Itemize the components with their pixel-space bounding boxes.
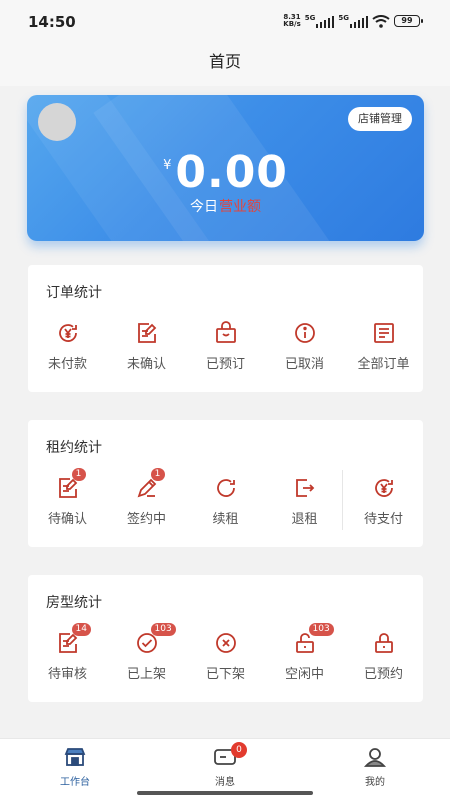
revenue-caption-text: 今日营业额 [190,199,261,215]
order-stats-items: 未付款 未确认 已预订 已取消 全部订单 [28,321,423,381]
room-item-5[interactable]: 已预约 [344,631,423,691]
tab-store[interactable]: 工作台 [0,739,150,800]
edit-doc-icon [135,321,159,345]
signal-icon: 5G [305,14,335,28]
lease-item-label: 退租 [291,512,318,527]
status-time: 14:50 [28,13,76,31]
order-item-label: 已预订 [205,357,245,372]
room-item-4[interactable]: 103 空闲中 [265,623,344,691]
lease-stats-card: 租约统计 1 待确认 1 签约中 续租 退租 待支付 [28,420,423,547]
nav-bar: 首页 [0,42,450,86]
message-badge: 0 [231,742,247,758]
sim2-label: 5G [338,14,349,22]
signal-icon-2: 5G [338,14,368,28]
wifi-icon [372,14,390,28]
count-badge: 14 [71,623,91,636]
battery-level: 99 [401,16,413,25]
net-speed-unit: KB/s [283,20,301,28]
room-item-label: 已上架 [126,667,166,682]
exit-icon [293,476,317,500]
room-item-3[interactable]: 已下架 [186,631,265,691]
revenue-value: 0.00 [175,147,288,198]
order-item-label: 未付款 [47,357,87,372]
revenue-amount: ¥0.00 [27,147,424,198]
revenue-card: 店铺管理 ¥0.00 今日营业额 [27,95,424,241]
order-item-5[interactable]: 全部订单 [344,321,423,381]
tab-label: 我的 [365,777,385,788]
order-item-4[interactable]: 已取消 [265,321,344,381]
order-stats-card: 订单统计 未付款 未确认 已预订 已取消 全部订单 [28,265,423,392]
order-item-label: 全部订单 [357,357,410,372]
tab-user[interactable]: 我的 [300,739,450,800]
order-item-3[interactable]: 已预订 [186,321,265,381]
yen-refresh-icon [56,321,80,345]
order-item-label: 已取消 [284,357,324,372]
status-icons: 8.31 KB/s 5G 5G 99 [283,14,423,28]
room-stats-title: 房型统计 [46,595,102,611]
lease-item-4[interactable]: 退租 [265,476,344,536]
room-stats-items: 14 待审核 103 已上架 已下架 103 空闲中 已预约 [28,623,423,691]
lease-item-label: 待确认 [47,512,87,527]
list-doc-icon [372,321,396,345]
count-badge: 1 [71,468,86,481]
home-indicator [137,791,313,795]
lease-item-5[interactable]: 待支付 [344,476,423,536]
avatar[interactable] [38,103,76,141]
bag-icon [214,321,238,345]
count-badge: 1 [150,468,165,481]
revenue-caption: 今日营业额 [27,196,424,216]
yen-refresh-icon [372,476,396,500]
lease-item-label: 签约中 [126,512,166,527]
room-item-label: 已预约 [363,667,403,682]
lease-item-3[interactable]: 续租 [186,476,265,536]
lease-item-label: 待支付 [363,512,403,527]
shop-management-button[interactable]: 店铺管理 [348,107,412,131]
lock-icon [372,631,396,655]
info-circle-icon [293,321,317,345]
room-item-label: 待审核 [47,667,87,682]
tab-label: 消息 [215,777,235,788]
count-badge: 103 [308,623,334,636]
lease-item-2[interactable]: 1 签约中 [107,468,186,536]
store-icon [63,745,87,769]
sim1-label: 5G [304,14,316,22]
net-speed: 8.31 KB/s [283,14,300,28]
tab-label: 工作台 [60,777,90,788]
refresh-icon [214,476,238,500]
lease-stats-items: 1 待确认 1 签约中 续租 退租 待支付 [28,468,423,536]
user-icon [363,745,387,769]
currency-symbol: ¥ [163,158,172,173]
room-item-2[interactable]: 103 已上架 [107,623,186,691]
caption-highlight: 营业额 [219,199,261,215]
lease-stats-title: 租约统计 [46,440,102,456]
order-item-2[interactable]: 未确认 [107,321,186,381]
battery-icon: 99 [394,15,423,27]
room-item-1[interactable]: 14 待审核 [28,623,107,691]
page-title: 首页 [208,52,241,71]
status-bar: 14:50 8.31 KB/s 5G 5G 99 [0,0,450,42]
x-circle-icon [214,631,238,655]
room-item-label: 已下架 [205,667,245,682]
order-stats-title: 订单统计 [46,285,102,301]
room-item-label: 空闲中 [284,667,324,682]
order-item-1[interactable]: 未付款 [28,321,107,381]
lease-item-label: 续租 [212,512,239,527]
room-stats-card: 房型统计 14 待审核 103 已上架 已下架 103 空闲中 已预约 [28,575,423,702]
order-item-label: 未确认 [126,357,166,372]
lease-item-1[interactable]: 1 待确认 [28,468,107,536]
count-badge: 103 [150,623,176,636]
